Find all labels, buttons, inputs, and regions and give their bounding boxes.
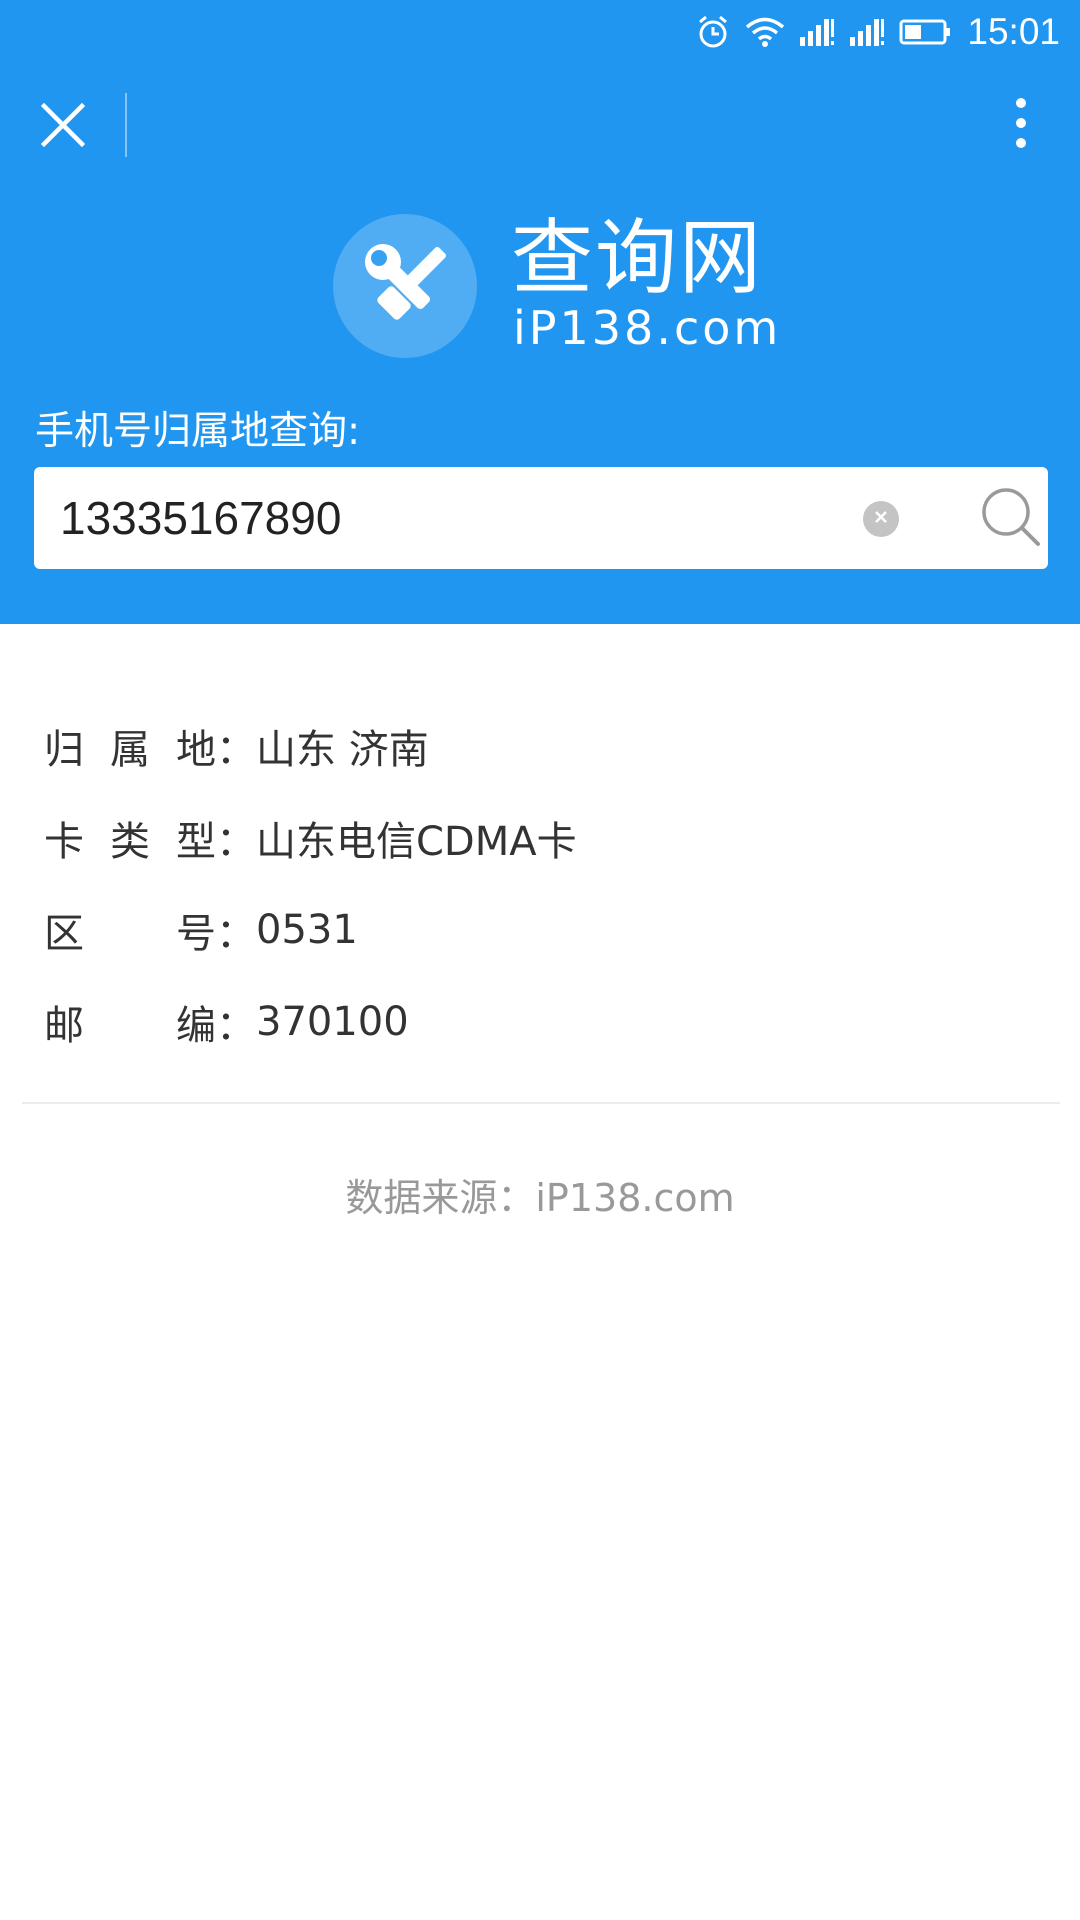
- result-row-area-code: 区号： 0531: [44, 884, 1044, 976]
- toolbar-divider: [125, 93, 127, 157]
- result-separator: ：: [216, 819, 256, 865]
- more-vert-icon: [1014, 97, 1028, 153]
- search-icon: [980, 486, 1042, 552]
- toolbar: [0, 64, 1080, 188]
- search-box: [34, 467, 1048, 569]
- result-value: 山东电信CDMA卡: [256, 819, 577, 865]
- result-label: 归属地: [44, 727, 216, 773]
- result-label: 邮编: [44, 1003, 216, 1049]
- result-separator: ：: [216, 911, 256, 957]
- close-icon: [40, 102, 86, 151]
- battery-icon: [899, 18, 951, 46]
- status-icons: 15:01: [695, 8, 1060, 56]
- logo-title: 查询网: [511, 211, 764, 306]
- result-row-card-type: 卡类型：山东电信CDMA卡: [44, 792, 1044, 884]
- signal-icon: [849, 17, 885, 47]
- logo-domain: iP138.com: [513, 301, 782, 355]
- result-row-location: 归属地：山东 济南: [44, 700, 1044, 792]
- result-list: 归属地：山东 济南 卡类型：山东电信CDMA卡 区号： 0531 邮编： 37010…: [44, 700, 1044, 1068]
- status-time: 15:01: [967, 11, 1060, 52]
- result-label: 区号: [44, 911, 216, 957]
- clear-icon: [872, 508, 890, 530]
- data-source: 数据来源：iP138.com: [345, 1176, 735, 1220]
- close-button[interactable]: [30, 94, 96, 160]
- phone-input[interactable]: [60, 467, 860, 569]
- result-separator: ：: [216, 1003, 256, 1049]
- result-value: 山东 济南: [256, 727, 429, 773]
- search-label: 手机号归属地查询:: [35, 409, 361, 454]
- result-separator: ：: [216, 727, 256, 773]
- logo: [333, 214, 477, 358]
- result-label: 卡类型: [44, 819, 216, 865]
- alarm-icon: [695, 14, 731, 50]
- results-divider: [22, 1102, 1060, 1104]
- more-button[interactable]: [988, 92, 1054, 158]
- tools-icon: [357, 236, 453, 336]
- result-value: 370100: [256, 999, 409, 1045]
- signal-icon: [799, 17, 835, 47]
- status-bar: 15:01: [0, 0, 1080, 64]
- wifi-icon: [745, 16, 785, 48]
- result-row-postcode: 邮编： 370100: [44, 976, 1044, 1068]
- result-value: 0531: [256, 907, 358, 953]
- search-button[interactable]: [977, 485, 1045, 553]
- clear-button[interactable]: [863, 501, 899, 537]
